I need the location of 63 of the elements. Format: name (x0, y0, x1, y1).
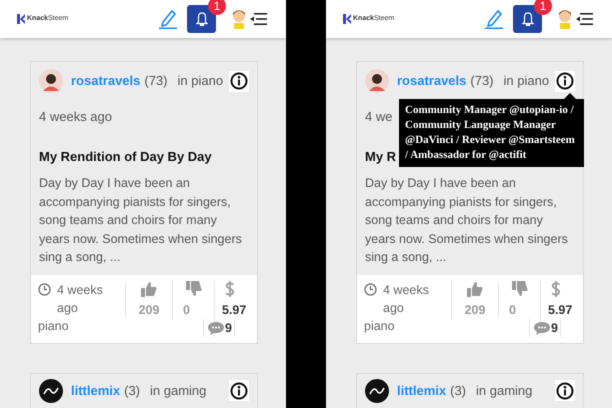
dollar-icon (551, 280, 561, 296)
info-icon (230, 72, 248, 90)
pencil-icon[interactable] (159, 9, 177, 29)
thumbs-down-icon[interactable] (512, 280, 528, 296)
comment-count: 9 (225, 320, 232, 336)
info-button[interactable] (229, 70, 249, 92)
pencil-icon[interactable] (485, 9, 503, 29)
upvote-count: 209 (464, 302, 486, 318)
logo-icon (343, 14, 351, 24)
payout-amount: 5.97 (222, 302, 248, 318)
avatar (39, 69, 63, 93)
footer-time: 4 weeks ago (383, 282, 430, 316)
category: in piano (178, 72, 224, 90)
thumbs-up-icon[interactable] (467, 280, 483, 296)
notifications-button[interactable] (513, 5, 542, 33)
info-button[interactable] (555, 380, 575, 401)
tooltip: Community Manager @utopian-io / Community Language Manager @DaVinci / Reviewer @Smartsteem / Ambassador for @actifit (399, 99, 584, 167)
tag-label[interactable]: piano (364, 316, 395, 334)
downvote-count: 0 (509, 302, 516, 318)
category: in piano (504, 72, 550, 90)
logo-icon (17, 14, 25, 24)
post-time: 4 weeks ago (39, 108, 112, 126)
thumbs-down-icon[interactable] (186, 280, 202, 296)
bell-icon (522, 12, 534, 26)
thumbs-up-icon[interactable] (141, 280, 157, 296)
post-title[interactable]: My Rendition of Day By Day (39, 146, 212, 166)
post-excerpt: Day by Day I have been an accompanying pianists for singers, song teams and choirs for many years now. Sometimes when singers sing a song, ... (39, 175, 243, 266)
user-avatar[interactable] (231, 9, 247, 29)
menu-icon[interactable] (250, 12, 267, 26)
upvote-count: 209 (138, 302, 160, 318)
reputation: (73) (470, 72, 494, 90)
category: in gaming (150, 382, 206, 400)
tag-label[interactable]: piano (38, 316, 69, 334)
info-icon (230, 382, 248, 400)
bell-icon (196, 12, 208, 26)
menu-icon[interactable] (576, 12, 593, 26)
avatar (39, 378, 63, 402)
info-button[interactable] (555, 70, 575, 92)
post-excerpt: Day by Day I have been an accompanying pianists for singers, song teams and choirs for many years now. Sometimes when singers sing a song, ... (365, 175, 569, 266)
clock-icon (38, 282, 51, 296)
speech-bubble-icon (208, 320, 224, 334)
comment-count: 9 (551, 320, 558, 336)
payout-amount: 5.97 (548, 302, 574, 318)
user-avatar[interactable] (557, 9, 573, 29)
avatar (365, 69, 389, 93)
category: in gaming (476, 382, 532, 400)
notification-badge: 1 (534, 0, 552, 15)
avatar (365, 378, 389, 402)
speech-bubble-icon (534, 320, 550, 334)
reputation: (3) (124, 382, 140, 400)
info-icon (556, 72, 574, 90)
notification-badge: 1 (208, 0, 226, 15)
reputation: (3) (450, 382, 466, 400)
info-button[interactable] (229, 380, 249, 401)
post-time: 4 we (365, 108, 392, 126)
reputation: (73) (144, 72, 168, 90)
post-title[interactable]: My R (365, 146, 396, 166)
clock-icon (364, 282, 377, 296)
downvote-count: 0 (183, 302, 190, 318)
dollar-icon (225, 280, 235, 296)
notifications-button[interactable] (187, 5, 216, 33)
info-icon (556, 382, 574, 400)
footer-time: 4 weeks ago (57, 282, 104, 316)
